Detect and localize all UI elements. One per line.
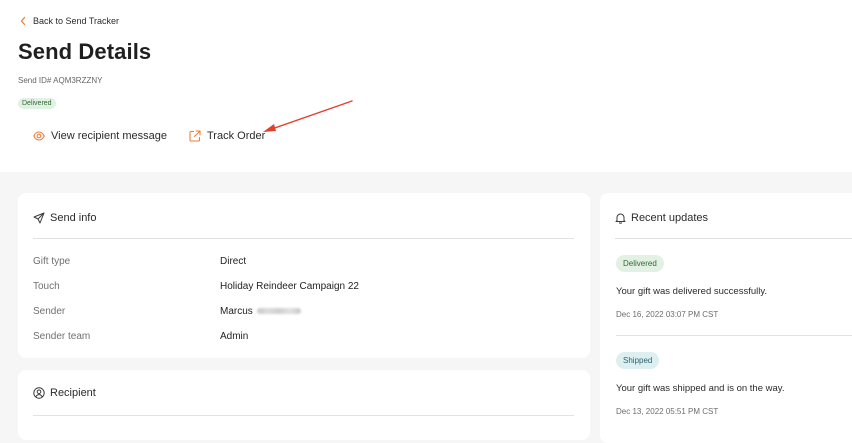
update-timestamp: Dec 13, 2022 05:51 PM CST <box>616 407 719 416</box>
status-badge: Delivered <box>18 98 56 109</box>
annotation-arrow <box>263 100 353 132</box>
bell-icon <box>615 213 626 224</box>
recent-updates-divider <box>615 238 852 239</box>
redacted-surname <box>256 308 301 315</box>
page-title: Send Details <box>18 39 152 64</box>
user-circle-icon <box>33 387 45 399</box>
send-info-title: Send info <box>33 212 96 224</box>
update-message: Your gift was shipped and is on the way. <box>616 383 785 394</box>
page-header: Back to Send Tracker Send Details Send I… <box>0 0 852 172</box>
recipient-divider <box>33 415 574 416</box>
track-order-button[interactable]: Track Order <box>189 130 265 142</box>
update-timestamp: Dec 16, 2022 03:07 PM CST <box>616 310 719 319</box>
sender-label: Sender <box>33 306 66 317</box>
send-info-title-label: Send info <box>50 212 97 224</box>
recipient-title-label: Recipient <box>50 387 96 399</box>
recent-updates-title: Recent updates <box>615 212 708 224</box>
chevron-left-icon <box>20 16 26 26</box>
sender-value: Marcus <box>220 306 301 317</box>
back-to-send-tracker-link[interactable]: Back to Send Tracker <box>19 15 119 27</box>
update-divider <box>616 335 852 336</box>
send-info-card: Send info Gift type Direct Touch Holiday… <box>18 193 590 358</box>
update-status-badge: Delivered <box>616 255 664 272</box>
paper-plane-icon <box>33 212 45 224</box>
sender-name: Marcus <box>220 306 253 317</box>
gift-type-value: Direct <box>220 256 247 267</box>
back-link-label: Back to Send Tracker <box>33 16 120 26</box>
update-message: Your gift was delivered successfully. <box>616 286 768 297</box>
view-recipient-message-button[interactable]: View recipient message <box>33 130 167 142</box>
touch-value: Holiday Reindeer Campaign 22 <box>220 281 359 292</box>
eye-icon <box>33 131 45 141</box>
recent-updates-card: Recent updates Delivered Your gift was d… <box>600 193 852 443</box>
touch-label: Touch <box>33 281 60 292</box>
external-link-icon <box>189 130 201 142</box>
recent-updates-title-label: Recent updates <box>631 212 709 224</box>
recipient-title: Recipient <box>33 387 96 399</box>
track-order-label: Track Order <box>207 130 266 142</box>
gift-type-label: Gift type <box>33 256 71 267</box>
view-recipient-message-label: View recipient message <box>51 130 167 142</box>
sender-team-label: Sender team <box>33 331 91 342</box>
sender-team-value: Admin <box>220 331 249 342</box>
send-info-divider <box>33 238 574 239</box>
send-id: Send ID# AQM3RZZNY <box>18 76 103 85</box>
update-status-badge: Shipped <box>616 352 660 369</box>
